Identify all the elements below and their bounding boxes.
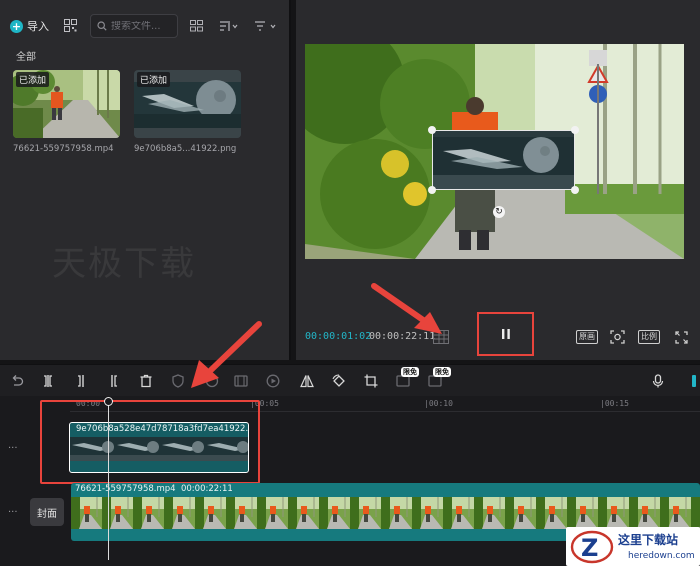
original-label: 原画: [576, 330, 598, 344]
overlay-track-menu[interactable]: ...: [8, 440, 18, 451]
resize-handle-bottom-right[interactable]: [571, 186, 579, 194]
free-badge: 限免: [433, 367, 451, 377]
rotate-tool-icon[interactable]: [332, 374, 346, 388]
media-item-video[interactable]: 已添加 76621-559757958.mp4: [13, 70, 120, 154]
grid-view-icon[interactable]: [190, 18, 203, 34]
resize-handle-bottom-left[interactable]: [428, 186, 436, 194]
search-box[interactable]: [90, 14, 178, 38]
screenshot-icon[interactable]: [609, 329, 625, 345]
delete-icon[interactable]: [139, 374, 153, 388]
media-toolbar: + 导入: [0, 8, 291, 44]
split-icon[interactable]: [41, 374, 55, 388]
rotate-icon[interactable]: ↻: [493, 206, 505, 218]
playhead-line[interactable]: [108, 400, 109, 560]
site-logo: Z 这里下载站 heredown.com: [566, 527, 700, 566]
logo-text-en: heredown.com: [628, 551, 695, 561]
undo-icon[interactable]: [10, 374, 24, 388]
svg-text:Z: Z: [581, 534, 598, 562]
original-quality-button[interactable]: 原画: [576, 329, 598, 345]
video-thumbnail[interactable]: 已添加: [13, 70, 120, 138]
player-panel: ↻ 00:00:01:02 00:00:22:11 原画 比例: [296, 0, 700, 360]
cover-label: 封面: [37, 508, 57, 520]
main-clip-name: 76621-559757958.mp4: [75, 484, 176, 494]
main-clip-header: 76621-559757958.mp4 00:00:22:11: [75, 484, 233, 494]
added-badge: 已添加: [137, 72, 171, 87]
qr-code-icon[interactable]: [64, 19, 77, 32]
video-preview[interactable]: ↻: [305, 44, 684, 259]
plus-icon: +: [10, 19, 23, 33]
image-thumbnail[interactable]: 已添加: [134, 70, 241, 138]
logo-mark-icon: Z: [570, 530, 614, 564]
timeline-toolbar: 限免 限免: [0, 364, 700, 396]
play-circle-icon[interactable]: [266, 374, 280, 388]
media-panel: + 导入 全部: [0, 0, 291, 360]
pause-icon: [501, 329, 510, 339]
current-time: 00:00:01:02: [305, 331, 372, 342]
resize-handle-top-left[interactable]: [428, 126, 436, 134]
total-time: 00:00:22:11: [369, 331, 436, 342]
resize-handle-top-right[interactable]: [571, 126, 579, 134]
crop-icon[interactable]: [364, 374, 378, 388]
search-input[interactable]: [111, 20, 177, 32]
main-track-menu[interactable]: ...: [8, 504, 18, 515]
added-badge: 已添加: [16, 72, 50, 87]
reverse-icon[interactable]: [234, 374, 248, 388]
shield-icon[interactable]: [171, 374, 185, 388]
trim-right-icon[interactable]: [107, 374, 121, 388]
ratio-label: 比例: [638, 330, 660, 344]
logo-text-cn: 这里下载站: [618, 533, 679, 547]
overlay-image-selection[interactable]: [428, 126, 579, 194]
filter-dropdown-icon[interactable]: [254, 18, 278, 34]
all-filter-label[interactable]: 全部: [16, 48, 36, 63]
cover-button[interactable]: 封面: [30, 498, 64, 526]
microphone-icon[interactable]: [651, 374, 665, 388]
freeze-icon[interactable]: [205, 374, 219, 388]
media-item-name: 9e706b8a5...41922.png: [134, 144, 237, 154]
magnet-toggle[interactable]: [692, 375, 696, 387]
trim-left-icon[interactable]: [74, 374, 88, 388]
search-icon: [97, 21, 107, 31]
aspect-ratio-button[interactable]: 比例: [638, 329, 660, 345]
import-button[interactable]: + 导入: [10, 16, 56, 36]
ruler-label: |00:15: [600, 399, 629, 408]
sort-dropdown-icon[interactable]: [219, 18, 239, 34]
watermark-text: 天极下载: [52, 244, 196, 284]
planet-overlay-image: [433, 131, 574, 189]
main-clip-duration: 00:00:22:11: [180, 484, 233, 494]
fullscreen-icon[interactable]: [673, 329, 689, 345]
import-label: 导入: [27, 20, 49, 33]
media-item-name: 76621-559757958.mp4: [13, 144, 114, 154]
main-clip-frames: [71, 497, 700, 529]
free-badge: 限免: [401, 367, 419, 377]
media-item-image[interactable]: 已添加 9e706b8a5...41922.png: [134, 70, 241, 154]
ruler-label: |00:10: [424, 399, 453, 408]
pause-button[interactable]: [477, 312, 534, 356]
mirror-icon[interactable]: [300, 374, 314, 388]
timeline-grid-icon[interactable]: [433, 330, 449, 344]
highlight-box-overlay-clip: [40, 400, 260, 484]
playhead-handle[interactable]: [104, 397, 113, 406]
